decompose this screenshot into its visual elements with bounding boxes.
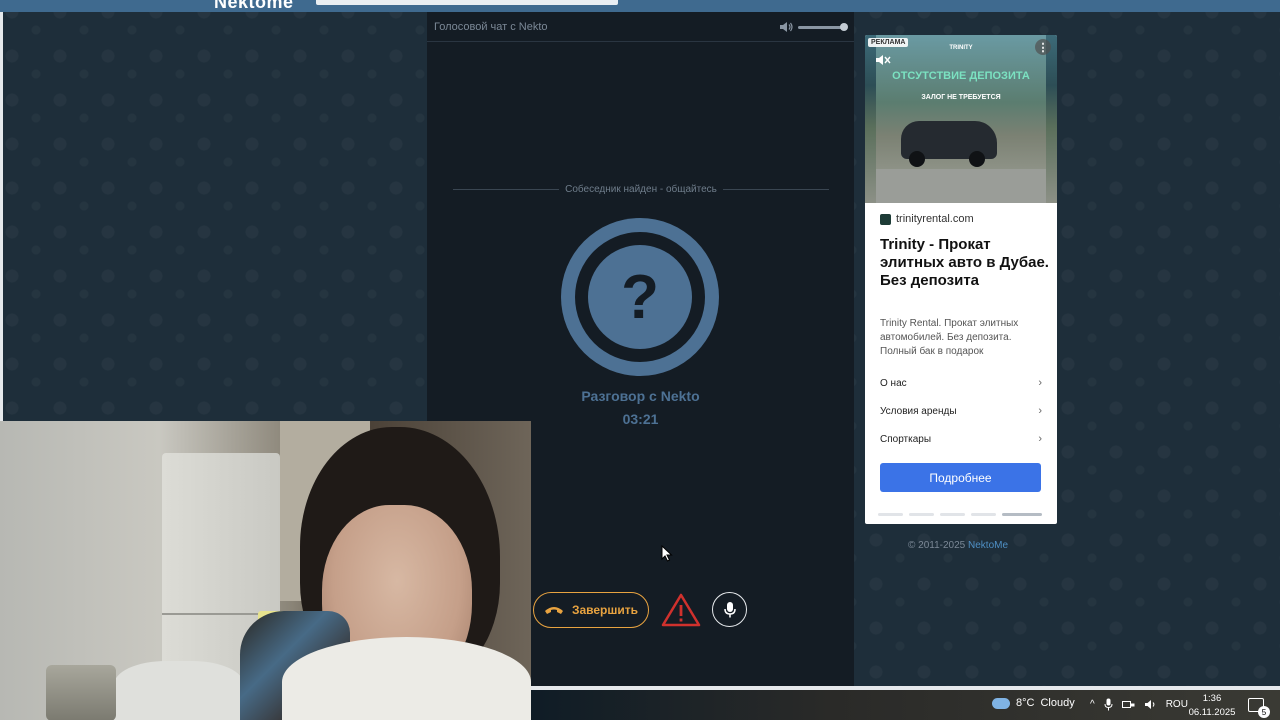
ad-link-terms[interactable]: Условия аренды › bbox=[880, 397, 1042, 425]
ad-title[interactable]: Trinity - Прокат элитных авто в Дубае. Б… bbox=[880, 236, 1050, 290]
cloud-icon bbox=[992, 697, 1010, 709]
hangup-phone-icon bbox=[544, 607, 563, 614]
top-search-field[interactable] bbox=[316, 0, 618, 5]
chevron-right-icon: › bbox=[1038, 377, 1042, 389]
chat-header: Голосовой чат с Nekto bbox=[427, 12, 854, 42]
chevron-right-icon: › bbox=[1038, 405, 1042, 417]
footer-brand-link[interactable]: NektoMe bbox=[968, 540, 1008, 551]
ad-image-headline: ОТСУТСТВИЕ ДЕПОЗИТА bbox=[892, 70, 1030, 82]
muted-speaker-icon[interactable] bbox=[875, 53, 891, 67]
taskbar-weather[interactable]: 8°C Cloudy bbox=[992, 697, 1075, 709]
conversation-title: Разговор с Nekto bbox=[581, 388, 700, 404]
site-favicon-icon bbox=[880, 213, 891, 225]
site-logo[interactable]: Nektome bbox=[214, 0, 294, 13]
ad-domain-row[interactable]: trinityrental.com bbox=[880, 213, 974, 225]
microphone-tray-icon[interactable] bbox=[1104, 698, 1113, 711]
ad-image-brand: TRINITY bbox=[949, 45, 973, 51]
volume-slider[interactable] bbox=[798, 26, 846, 29]
unknown-user-icon: ? bbox=[588, 245, 692, 349]
footer-copyright: © 2011-2025 NektoMe bbox=[908, 540, 1009, 551]
divider-rule-left bbox=[453, 188, 560, 190]
status-text: Собеседник найден - общайтесь bbox=[565, 183, 717, 195]
ad-image-subheadline: ЗАЛОГ НЕ ТРЕБУЕТСЯ bbox=[921, 94, 1001, 101]
end-call-label: Завершить bbox=[571, 603, 639, 617]
top-navbar: Nektome bbox=[0, 0, 1280, 12]
volume-icon[interactable] bbox=[779, 21, 793, 33]
webcam-overlay bbox=[0, 421, 531, 720]
divider-rule-right bbox=[722, 188, 829, 190]
weather-temperature: 8°C bbox=[1016, 697, 1035, 709]
taskbar-clock[interactable]: 1:36 06.11.2025 bbox=[1184, 692, 1240, 720]
speaker-icon[interactable] bbox=[1144, 699, 1157, 710]
left-border bbox=[0, 12, 3, 422]
advertisement-card[interactable]: TRINITY ОТСУТСТВИЕ ДЕПОЗИТА ЗАЛОГ НЕ ТРЕ… bbox=[865, 35, 1057, 524]
ad-links: О нас › Условия аренды › Спорткары › bbox=[880, 369, 1042, 453]
carousel-indicator bbox=[878, 513, 1042, 516]
ad-image[interactable]: TRINITY ОТСУТСТВИЕ ДЕПОЗИТА ЗАЛОГ НЕ ТРЕ… bbox=[865, 35, 1057, 203]
system-tray: ^ ROU bbox=[1090, 698, 1188, 711]
notification-count: 5 bbox=[1258, 706, 1270, 718]
weather-condition: Cloudy bbox=[1040, 697, 1075, 709]
status-divider: Собеседник найден - общайтесь bbox=[453, 182, 829, 196]
ad-cta-button[interactable]: Подробнее bbox=[880, 463, 1041, 492]
microphone-button[interactable] bbox=[712, 592, 747, 627]
clock-time: 1:36 bbox=[1202, 693, 1222, 704]
ad-link-about[interactable]: О нас › bbox=[880, 369, 1042, 397]
ad-description: Trinity Rental. Прокат элитных автомобил… bbox=[880, 318, 1019, 357]
chevron-up-icon[interactable]: ^ bbox=[1090, 699, 1095, 710]
chevron-right-icon: › bbox=[1038, 433, 1042, 445]
clock-date: 06.11.2025 bbox=[1188, 707, 1236, 718]
end-call-button[interactable]: Завершить bbox=[533, 592, 649, 628]
chat-title: Голосовой чат с Nekto bbox=[434, 21, 548, 33]
mouse-cursor-icon bbox=[661, 545, 673, 562]
volume-slider-handle[interactable] bbox=[840, 23, 848, 31]
more-options-icon[interactable]: ⋮ bbox=[1035, 39, 1051, 55]
ad-domain: trinityrental.com bbox=[896, 213, 974, 225]
network-icon[interactable] bbox=[1121, 699, 1135, 710]
ad-badge: РЕКЛАМА bbox=[868, 38, 909, 47]
partner-avatar: ? bbox=[561, 218, 719, 376]
microphone-icon bbox=[723, 601, 736, 617]
ad-link-sportscars[interactable]: Спорткары › bbox=[880, 425, 1042, 453]
report-warning-icon[interactable] bbox=[661, 592, 701, 628]
